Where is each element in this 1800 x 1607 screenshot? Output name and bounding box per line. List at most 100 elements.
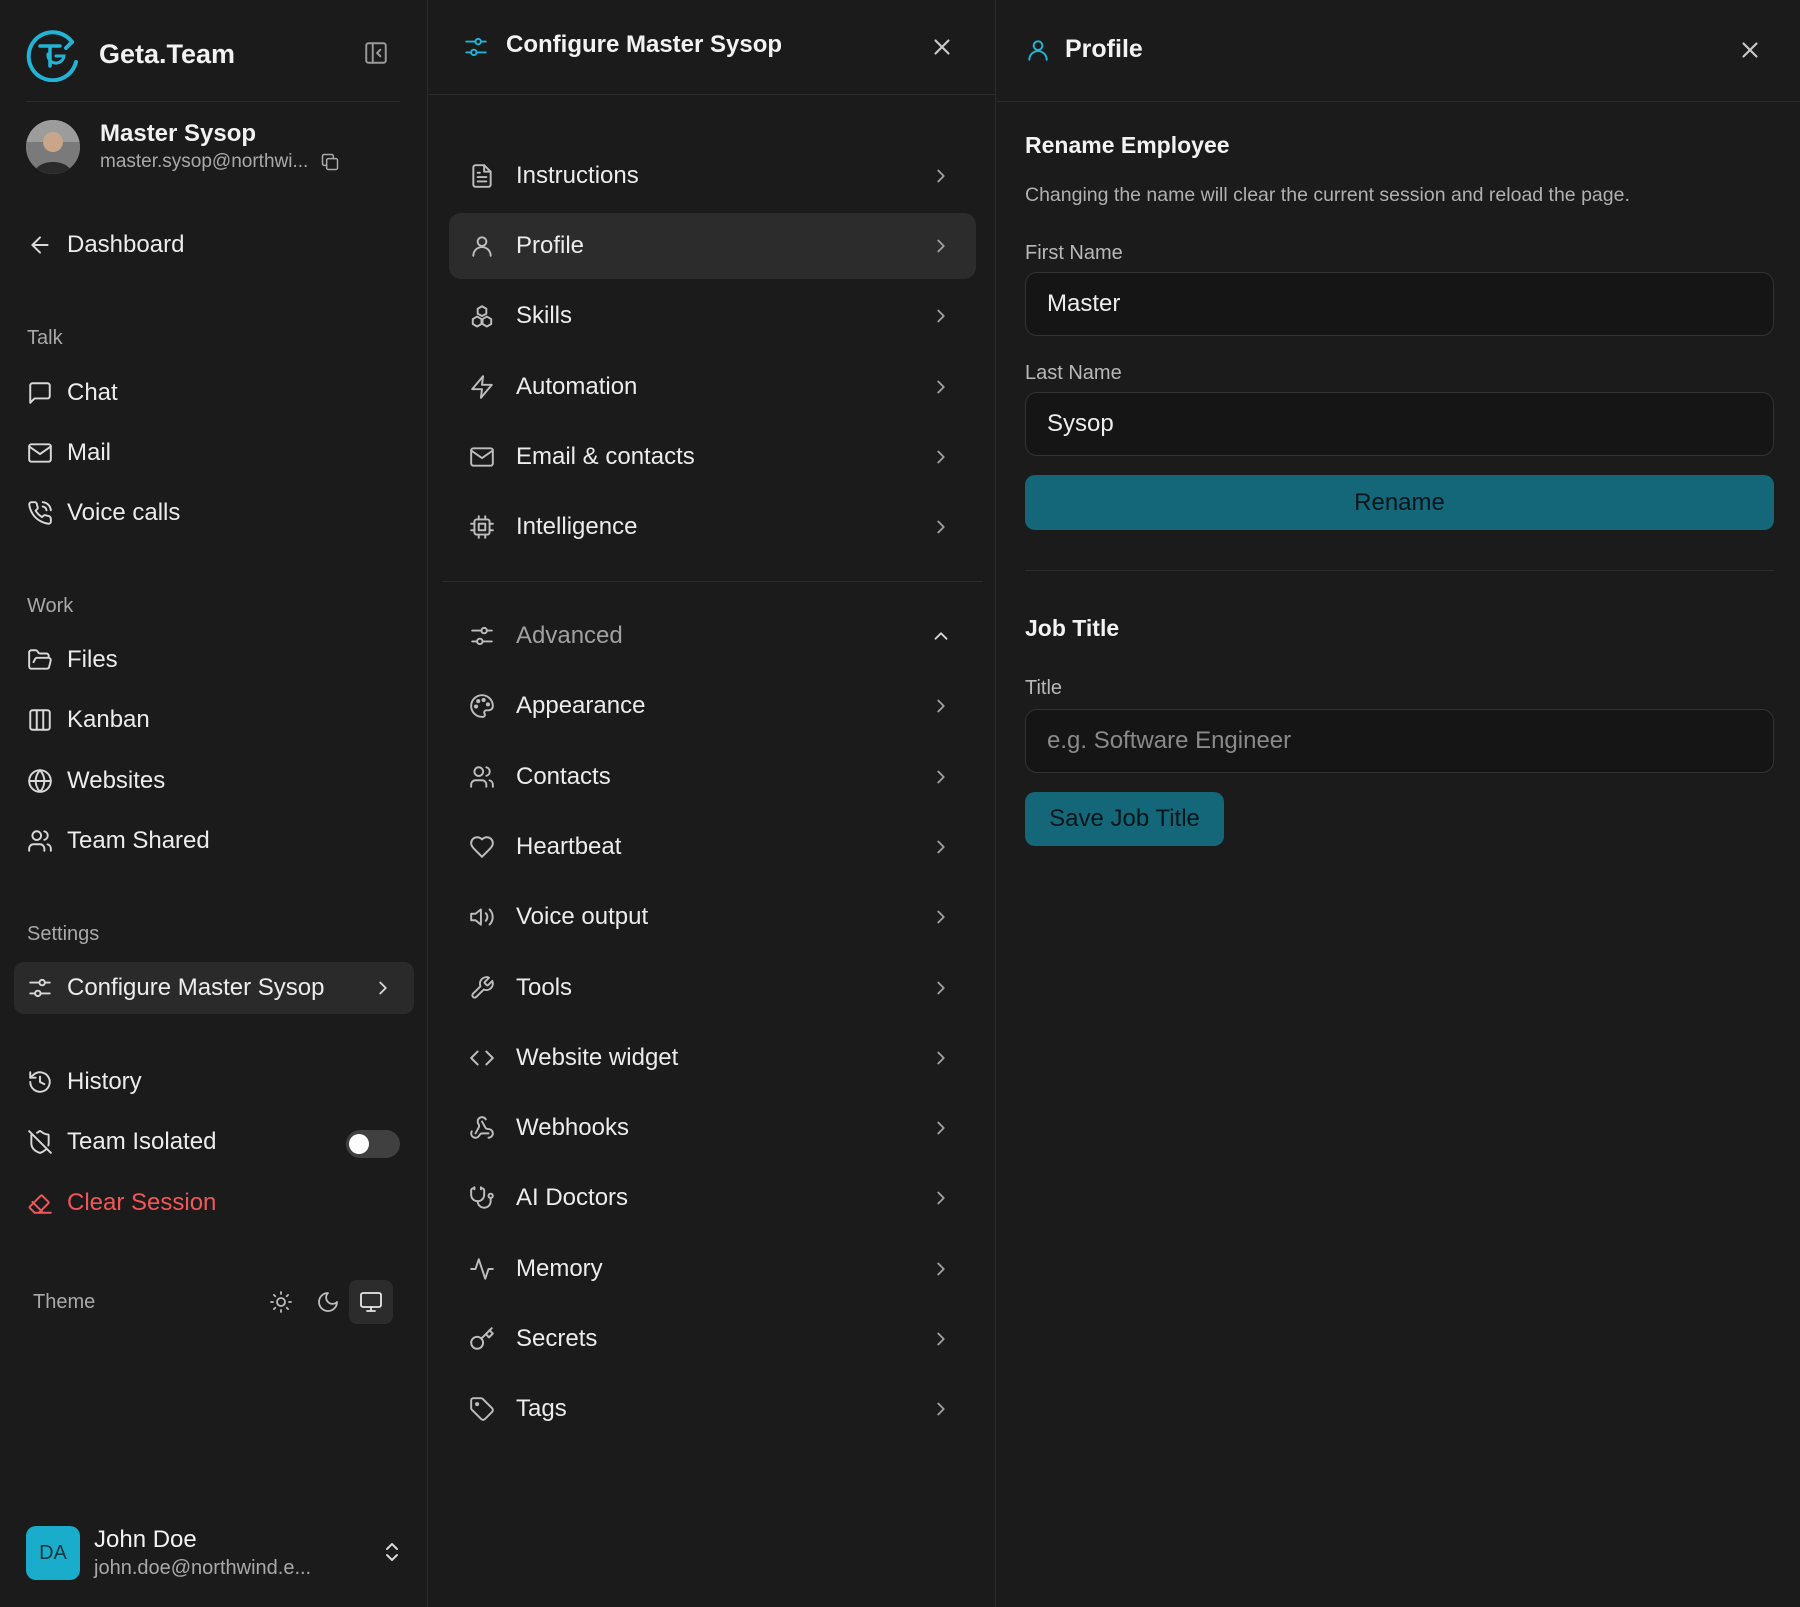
advanced-label: Advanced (516, 622, 623, 649)
menu-tags[interactable]: Tags (449, 1376, 976, 1442)
menu-contacts[interactable]: Contacts (449, 744, 976, 810)
phone-call-icon (28, 501, 52, 525)
menu-appearance-label: Appearance (516, 692, 646, 719)
nav-team-isolated-label: Team Isolated (67, 1128, 217, 1155)
user-avatar: DA (26, 1526, 80, 1580)
eraser-icon (28, 1194, 52, 1214)
users-icon (28, 830, 52, 852)
wrench-icon (471, 976, 494, 999)
title-label: Title (1025, 677, 1063, 699)
menu-automation-label: Automation (516, 373, 638, 400)
nav-voice-calls-label: Voice calls (67, 499, 181, 526)
theme-light-button[interactable] (259, 1280, 303, 1324)
menu-intelligence[interactable]: Intelligence (449, 494, 976, 560)
heart-icon (470, 836, 494, 858)
close-profile-icon[interactable] (1737, 37, 1763, 63)
job-title-input[interactable]: e.g. Software Engineer (1025, 709, 1774, 773)
chevron-right-icon (937, 309, 945, 323)
brand[interactable]: Geta.Team (26, 26, 235, 82)
menu-heartbeat[interactable]: Heartbeat (449, 814, 976, 880)
mail-icon (470, 447, 494, 467)
team-isolated-toggle[interactable] (346, 1130, 400, 1158)
tag-icon (470, 1397, 494, 1421)
menu-instructions[interactable]: Instructions (449, 143, 976, 209)
save-job-title-button[interactable]: Save Job Title (1025, 792, 1224, 846)
copy-icon[interactable] (320, 152, 340, 172)
rename-description: Changing the name will clear the current… (1025, 184, 1630, 206)
divider (443, 581, 983, 582)
nav-history[interactable]: History (14, 1056, 414, 1108)
menu-webhooks[interactable]: Webhooks (449, 1095, 976, 1161)
zap-icon (471, 375, 493, 399)
collapse-sidebar-icon[interactable] (363, 40, 389, 66)
nav-websites[interactable]: Websites (14, 755, 414, 807)
chevron-right-icon (937, 1262, 945, 1276)
shield-off-icon (28, 1130, 52, 1154)
chevron-right-icon (937, 1402, 945, 1416)
menu-appearance[interactable]: Appearance (449, 673, 976, 739)
configure-title: Configure Master Sysop (506, 31, 783, 58)
brand-logo-icon (26, 30, 78, 82)
menu-profile[interactable]: Profile (449, 213, 976, 279)
chevron-right-icon (937, 770, 945, 784)
theme-dark-button[interactable] (306, 1280, 350, 1324)
chevron-right-icon (937, 910, 945, 924)
chevron-right-icon (379, 981, 387, 995)
menu-memory[interactable]: Memory (449, 1236, 976, 1302)
menu-email-contacts[interactable]: Email & contacts (449, 424, 976, 490)
user-menu[interactable]: DA John Doe john.doe@northwind.e... (26, 1525, 406, 1581)
menu-ai-doctors-label: AI Doctors (516, 1184, 629, 1211)
users-icon (470, 766, 494, 788)
user-icon (1028, 40, 1048, 61)
last-name-input[interactable]: Sysop (1025, 392, 1774, 456)
theme-switcher: Theme (33, 1280, 393, 1324)
nav-dashboard[interactable]: Dashboard (14, 219, 414, 271)
cpu-icon (470, 515, 494, 539)
menu-skills[interactable]: Skills (449, 283, 976, 349)
close-configure-icon[interactable] (929, 34, 955, 60)
menu-automation[interactable]: Automation (449, 354, 976, 420)
menu-ai-doctors[interactable]: AI Doctors (449, 1165, 976, 1231)
first-name-input[interactable]: Master (1025, 272, 1774, 336)
menu-skills-label: Skills (516, 302, 573, 329)
nav-chat-label: Chat (67, 379, 118, 406)
nav-files-label: Files (67, 646, 118, 673)
menu-secrets[interactable]: Secrets (449, 1306, 976, 1372)
menu-tools[interactable]: Tools (449, 955, 976, 1021)
employee-name: Master Sysop (100, 120, 257, 147)
nav-kanban[interactable]: Kanban (14, 694, 414, 746)
nav-team-shared[interactable]: Team Shared (14, 815, 414, 867)
rename-button[interactable]: Rename (1025, 475, 1774, 530)
history-icon (29, 1071, 51, 1093)
divider (1025, 570, 1774, 571)
toggle-knob (349, 1134, 369, 1154)
user-email: john.doe@northwind.e... (94, 1557, 312, 1579)
nav-mail[interactable]: Mail (14, 427, 414, 479)
advanced-toggle[interactable]: Advanced (449, 603, 976, 669)
profile-panel: Profile Rename Employee Changing the nam… (997, 0, 1800, 1607)
first-name-label: First Name (1025, 242, 1123, 264)
section-settings: Settings (27, 923, 100, 945)
theme-label: Theme (33, 1290, 96, 1313)
section-work: Work (27, 595, 74, 617)
menu-voice-output[interactable]: Voice output (449, 884, 976, 950)
folder-open-icon (28, 649, 52, 670)
menu-website-widget[interactable]: Website widget (449, 1025, 976, 1091)
file-text-icon (472, 164, 492, 188)
theme-system-button[interactable] (349, 1280, 393, 1324)
chevrons-up-down-icon (386, 1543, 398, 1561)
menu-secrets-label: Secrets (516, 1325, 598, 1352)
sun-icon (270, 1291, 292, 1313)
nav-configure[interactable]: Configure Master Sysop (14, 962, 414, 1014)
nav-voice-calls[interactable]: Voice calls (14, 487, 414, 539)
user-name: John Doe (94, 1526, 197, 1553)
nav-files[interactable]: Files (14, 634, 414, 686)
menu-website-widget-label: Website widget (516, 1044, 679, 1071)
code-icon (470, 1050, 494, 1066)
nav-clear-session[interactable]: Clear Session (14, 1177, 414, 1229)
job-title-heading: Job Title (1025, 615, 1120, 641)
settings-sliders-icon (465, 37, 487, 57)
brand-name: Geta.Team (99, 38, 236, 69)
nav-chat[interactable]: Chat (14, 367, 414, 419)
chevron-right-icon (937, 1332, 945, 1346)
